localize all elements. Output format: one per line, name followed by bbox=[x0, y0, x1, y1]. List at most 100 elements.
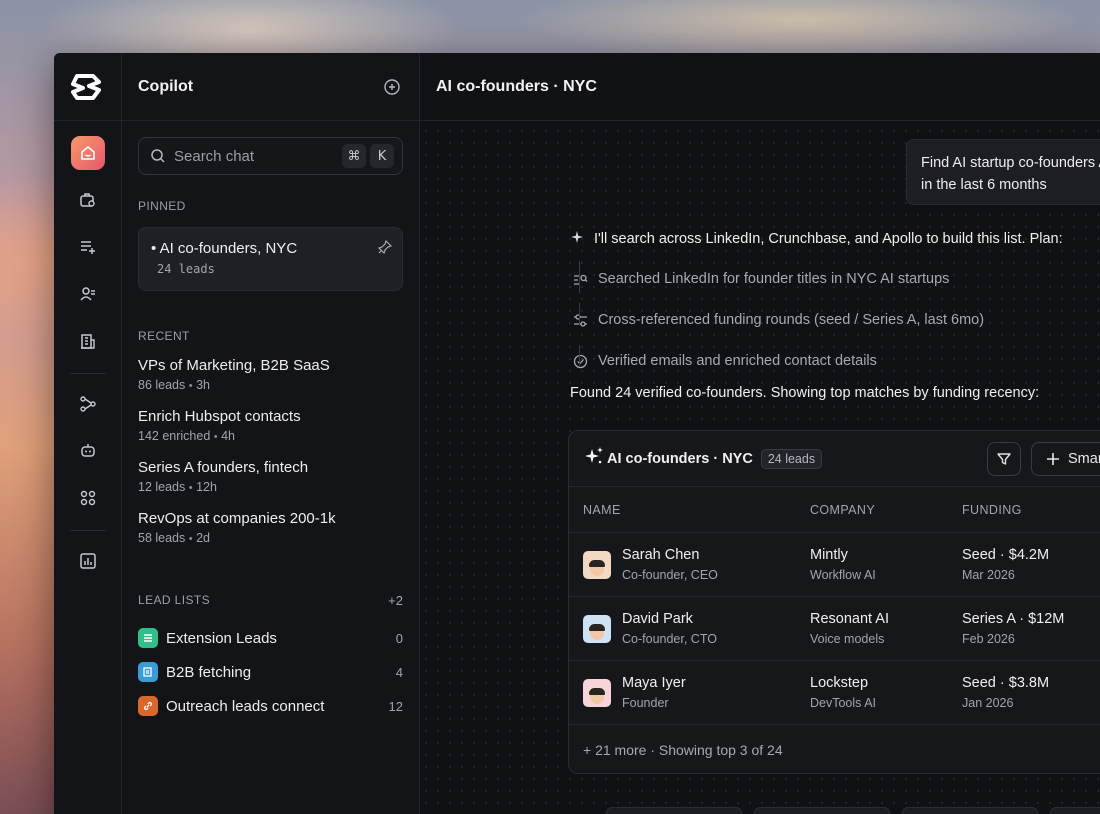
recent-chat-meta: 86 leads • 3h bbox=[138, 378, 210, 392]
column-header-funding[interactable]: FUNDING bbox=[962, 503, 1100, 517]
recent-chat-meta: 58 leads • 2d bbox=[138, 531, 210, 545]
sparkle-icon bbox=[570, 230, 584, 248]
recent-chat-item[interactable]: VPs of Marketing, B2B SaaS 86 leads • 3h bbox=[122, 357, 419, 392]
rail-integrations-button[interactable] bbox=[71, 481, 105, 515]
lead-list-item[interactable]: Outreach leads connect 12 bbox=[122, 696, 419, 716]
plan-step: Verified emails and enriched contact det… bbox=[572, 351, 1090, 371]
rail-divider bbox=[69, 530, 106, 531]
assistant-intro: I'll search across LinkedIn, Crunchbase,… bbox=[570, 230, 1090, 248]
assistant-message: I'll search across LinkedIn, Crunchbase,… bbox=[570, 230, 1090, 401]
funding-cell: Seed · $4.2M Mar 2026 bbox=[962, 547, 1100, 582]
smart-action-label: Smar bbox=[1068, 451, 1100, 467]
company-cell: Lockstep DevTools AI bbox=[810, 675, 962, 710]
rail-companies-button[interactable] bbox=[71, 324, 105, 358]
rail-search-companies-button[interactable] bbox=[71, 183, 105, 217]
funding-date: Feb 2026 bbox=[962, 632, 1015, 646]
step-connector bbox=[579, 303, 580, 325]
new-chat-button[interactable] bbox=[381, 76, 403, 98]
table-row[interactable]: David Park Co-founder, CTO Resonant AI Voi… bbox=[569, 597, 1100, 661]
home-icon bbox=[80, 145, 95, 160]
robot-icon bbox=[80, 444, 95, 457]
briefcase-search-icon bbox=[79, 193, 95, 207]
results-card-header: AI co-founders · NYC 24 leads Smar bbox=[569, 431, 1100, 487]
company-name: Mintly bbox=[810, 547, 848, 563]
analytics-icon bbox=[79, 553, 96, 569]
recent-chat-item[interactable]: Enrich Hubspot contacts 142 enriched • 4… bbox=[122, 408, 419, 443]
list-search-icon bbox=[572, 271, 588, 287]
search-icon bbox=[151, 149, 165, 163]
company-category: Workflow AI bbox=[810, 568, 876, 582]
company-name: Resonant AI bbox=[810, 611, 889, 627]
icon-rail bbox=[54, 53, 122, 814]
rail-workflows-button[interactable] bbox=[71, 387, 105, 421]
funding-round: Seed · $4.2M bbox=[962, 547, 1050, 563]
rail-agents-button[interactable] bbox=[71, 434, 105, 468]
funding-date: Mar 2026 bbox=[962, 568, 1015, 582]
rail-analytics-button[interactable] bbox=[71, 544, 105, 578]
contacts-icon bbox=[79, 287, 95, 301]
lead-lists-section-label: LEAD LISTS bbox=[138, 593, 211, 607]
list-add-icon bbox=[80, 241, 95, 254]
recent-chat-meta: 142 enriched • 4h bbox=[138, 429, 236, 443]
app-logo[interactable] bbox=[54, 53, 121, 121]
pin-icon[interactable] bbox=[377, 239, 393, 259]
funding-date: Jan 2026 bbox=[962, 696, 1014, 710]
building-icon bbox=[80, 334, 95, 349]
company-cell: Resonant AI Voice models bbox=[810, 611, 962, 646]
funding-round: Series A · $12M bbox=[962, 611, 1065, 627]
column-header-company[interactable]: COMPANY bbox=[810, 503, 962, 517]
link-icon bbox=[138, 696, 158, 716]
pinned-chat-item[interactable]: • AI co-founders, NYC 24 leads bbox=[138, 227, 403, 291]
rail-lists-button[interactable] bbox=[71, 230, 105, 264]
step-connector bbox=[579, 345, 580, 367]
avatar bbox=[583, 614, 611, 643]
lead-list-count: 4 bbox=[395, 664, 403, 680]
suggestion-chip[interactable] bbox=[606, 807, 742, 814]
lead-list-count: 0 bbox=[395, 630, 403, 646]
suggestion-chip[interactable] bbox=[902, 807, 1038, 814]
apps-icon bbox=[80, 490, 95, 506]
company-category: DevTools AI bbox=[810, 696, 877, 710]
lead-list-item[interactable]: B2B fetching 4 bbox=[122, 662, 419, 682]
plan-step: Cross-referenced funding rounds (seed / … bbox=[572, 310, 1090, 330]
copilot-sidebar: Copilot Search chat ⌘ K PINNED • AI co-f… bbox=[122, 53, 420, 814]
lead-lists-header: LEAD LISTS +2 bbox=[122, 593, 419, 608]
rail-home-button[interactable] bbox=[70, 136, 105, 170]
lead-name: Maya Iyer bbox=[622, 675, 686, 691]
recent-chat-title: Series A founders, fintech bbox=[138, 459, 309, 476]
company-category: Voice models bbox=[810, 632, 885, 646]
avatar bbox=[583, 550, 611, 579]
check-circle-icon bbox=[572, 353, 588, 369]
show-more-link[interactable]: + 21 more · Showing top 3 of 24 bbox=[569, 725, 1100, 773]
lead-list-name: Extension Leads bbox=[166, 629, 277, 647]
sliders-icon bbox=[572, 312, 588, 328]
results-count-badge: 24 leads bbox=[760, 448, 823, 469]
rail-contacts-button[interactable] bbox=[71, 277, 105, 311]
filter-button[interactable] bbox=[987, 442, 1021, 476]
workflow-icon bbox=[79, 396, 96, 412]
plan-step-text: Verified emails and enriched contact det… bbox=[598, 353, 877, 369]
logo-icon bbox=[70, 73, 101, 100]
chat-header: AI co-founders · NYC bbox=[420, 53, 1100, 121]
recent-chat-item[interactable]: RevOps at companies 200-1k 58 leads • 2d bbox=[122, 510, 419, 545]
chat-main: AI co-founders · NYC Find AI startup co-… bbox=[420, 53, 1100, 814]
sidebar-title: Copilot bbox=[138, 77, 194, 95]
plus-icon bbox=[1047, 453, 1059, 465]
table-row[interactable]: Maya Iyer Founder Lockstep DevTools AI See… bbox=[569, 661, 1100, 725]
user-message-bubble: Find AI startup co-founders A in the las… bbox=[906, 139, 1100, 205]
suggestion-chip[interactable] bbox=[1050, 807, 1100, 814]
recent-chat-title: VPs of Marketing, B2B SaaS bbox=[138, 357, 330, 374]
table-header: NAME COMPANY FUNDING bbox=[569, 487, 1100, 533]
smart-action-button[interactable]: Smar bbox=[1031, 442, 1100, 476]
search-chat-field[interactable]: Search chat ⌘ K bbox=[138, 137, 403, 175]
pinned-chat-subtitle: 24 leads bbox=[157, 262, 215, 276]
suggestion-chip[interactable] bbox=[754, 807, 890, 814]
search-input[interactable]: Search chat bbox=[174, 148, 338, 165]
lead-list-item[interactable]: Extension Leads 0 bbox=[122, 628, 419, 648]
recent-chat-item[interactable]: Series A founders, fintech 12 leads • 12… bbox=[122, 459, 419, 494]
table-row[interactable]: Sarah Chen Co-founder, CEO Mintly Workflow… bbox=[569, 533, 1100, 597]
app-window: Copilot Search chat ⌘ K PINNED • AI co-f… bbox=[54, 53, 1100, 814]
recent-chat-title: RevOps at companies 200-1k bbox=[138, 510, 336, 527]
lead-lists-more-button[interactable]: +2 bbox=[388, 593, 403, 608]
column-header-name[interactable]: NAME bbox=[569, 503, 810, 517]
